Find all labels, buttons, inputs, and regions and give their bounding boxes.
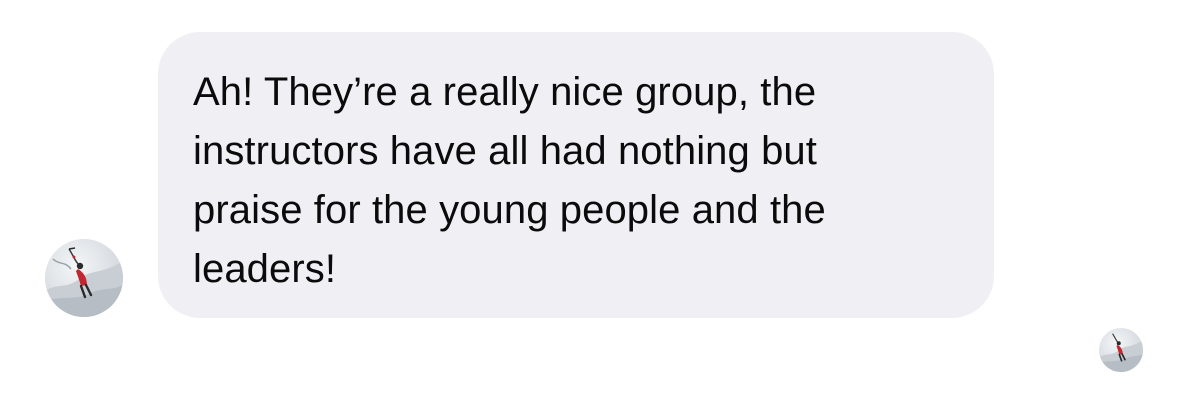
climber-avatar-icon xyxy=(1099,333,1143,372)
read-receipt-avatar xyxy=(1099,328,1143,372)
sender-avatar[interactable] xyxy=(45,239,123,317)
message-text: Ah! They’re a really nice group, the ins… xyxy=(193,70,826,291)
message-bubble[interactable]: Ah! They’re a really nice group, the ins… xyxy=(158,32,994,318)
climber-avatar-icon xyxy=(45,247,123,317)
message-thread: Ah! They’re a really nice group, the ins… xyxy=(0,0,1200,404)
